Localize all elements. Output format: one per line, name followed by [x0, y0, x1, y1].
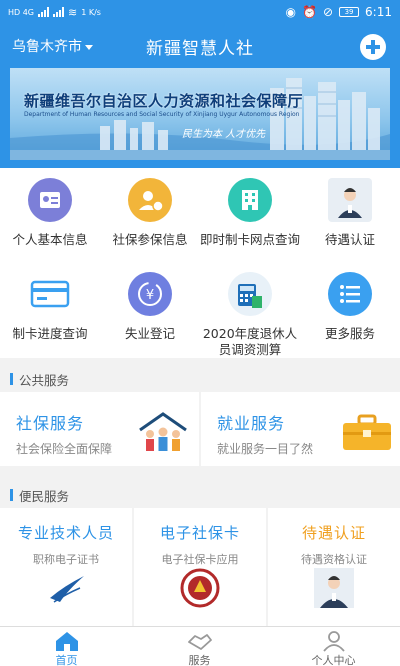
list-icon: [328, 272, 372, 316]
id-card-icon: [28, 178, 72, 222]
battery-icon: 39: [339, 7, 360, 17]
caret-down-icon: [85, 44, 93, 50]
grid-label: 更多服务: [324, 326, 375, 341]
network-indicators: HD 4G ≋ 1 K/s: [8, 6, 101, 19]
building-icon: [228, 178, 272, 222]
tab-services[interactable]: 服务: [133, 627, 266, 666]
family-house-icon: [139, 412, 187, 451]
grid-item-card-outlets[interactable]: 即时制卡网点查询: [200, 178, 300, 248]
bottom-tab-bar: 首页 服务 个人中心: [0, 626, 400, 666]
status-bar: HD 4G ≋ 1 K/s ◉ ⏰ ⊘ 39 6:11: [0, 0, 400, 24]
service-card-employment[interactable]: 就业服务 就业服务一目了然: [201, 392, 400, 466]
net-speed: 1 K/s: [81, 7, 101, 17]
banner-subtitle: Department of Human Resources and Social…: [24, 111, 300, 118]
grid-label: 待遇认证: [324, 232, 375, 247]
banner[interactable]: 新疆维吾尔自治区人力资源和社会保障厅 Department of Human R…: [10, 68, 390, 160]
grid-item-insurance-info[interactable]: 社保参保信息: [100, 178, 200, 248]
card-icon: [28, 272, 72, 316]
social-security-seal-icon: [180, 568, 220, 608]
briefcase-icon: [343, 414, 391, 450]
grid-label: 社保参保信息: [112, 232, 188, 247]
conv-title: 待遇认证: [301, 524, 366, 542]
conv-title: 专业技术人员: [17, 524, 114, 542]
eye-icon: ◉: [285, 5, 297, 19]
conv-card-benefit-auth[interactable]: 待遇认证 待遇资格认证: [268, 508, 400, 626]
grid-label: 2020年度退休人员调资测算: [202, 326, 298, 357]
section-title: 便民服务: [19, 488, 70, 504]
conv-card-e-ss-card[interactable]: 电子社保卡 电子社保卡应用: [134, 508, 266, 626]
handshake-icon: [186, 630, 214, 652]
grid-label: 即时制卡网点查询: [200, 232, 301, 247]
city-selector[interactable]: 乌鲁木齐市: [12, 36, 93, 56]
calculator-icon: [228, 272, 272, 316]
banner-slogan: 民生为本 人才优先: [182, 129, 266, 140]
mute-icon: ⊘: [322, 5, 334, 19]
person-badge-icon: [128, 178, 172, 222]
conv-subtitle: 电子社保卡应用: [161, 553, 239, 566]
grid-label: 失业登记: [124, 326, 175, 341]
swoosh-logo-icon: [50, 576, 84, 603]
banner-area: 新疆维吾尔自治区人力资源和社会保障厅 Department of Human R…: [0, 68, 400, 168]
section-title: 公共服务: [19, 372, 70, 388]
grid-label: 个人基本信息: [12, 232, 88, 247]
service-subtitle: 社会保险全面保障: [16, 442, 113, 456]
grid-item-personal-info[interactable]: 个人基本信息: [0, 178, 100, 248]
grid-item-more[interactable]: 更多服务: [300, 272, 400, 342]
tab-label: 首页: [55, 654, 78, 666]
alarm-icon: ⏰: [302, 5, 317, 19]
section-bar: [10, 373, 13, 385]
section-header-convenience: 便民服务: [0, 482, 400, 508]
signal-icon: [38, 7, 50, 17]
section-header-public: 公共服务: [0, 366, 400, 392]
face-photo-icon: [328, 178, 372, 222]
grid-label: 制卡进度查询: [12, 326, 88, 341]
grid-item-pension-calc[interactable]: 2020年度退休人员调资测算: [200, 272, 300, 358]
conv-title: 电子社保卡: [159, 524, 240, 542]
tab-home[interactable]: 首页: [0, 627, 133, 666]
service-subtitle: 就业服务一目了然: [217, 442, 314, 456]
tab-profile[interactable]: 个人中心: [267, 627, 400, 666]
tab-label: 个人中心: [311, 654, 356, 666]
network-label: HD 4G: [8, 7, 35, 17]
yen-refresh-icon: ¥: [128, 272, 172, 316]
tab-label: 服务: [188, 654, 211, 666]
svg-text:¥: ¥: [146, 288, 154, 303]
grid-item-benefit-auth[interactable]: 待遇认证: [300, 178, 400, 248]
banner-title: 新疆维吾尔自治区人力资源和社会保障厅: [24, 92, 304, 110]
section-bar: [10, 489, 13, 501]
city-label: 乌鲁木齐市: [12, 39, 82, 55]
function-grid: 个人基本信息 社保参保信息 即时制卡网点查询 待遇认证 制卡进度查询 ¥ 失业登…: [0, 168, 400, 358]
clock: 6:11: [365, 5, 392, 19]
conv-subtitle: 待遇资格认证: [301, 553, 367, 566]
service-title: 就业服务: [217, 414, 286, 433]
plus-circle-icon[interactable]: [360, 34, 386, 60]
grid-item-card-progress[interactable]: 制卡进度查询: [0, 272, 100, 342]
app-header: 乌鲁木齐市 新疆智慧人社: [0, 24, 400, 68]
face-photo-icon: [314, 568, 354, 608]
service-card-social-security[interactable]: 社保服务 社会保险全面保障: [0, 392, 199, 466]
grid-item-unemployment[interactable]: ¥ 失业登记: [100, 272, 200, 342]
service-title: 社保服务: [16, 414, 85, 433]
conv-card-professional[interactable]: 专业技术人员 职称电子证书: [0, 508, 132, 626]
home-icon: [53, 630, 81, 652]
wifi-icon: ≋: [68, 5, 78, 19]
user-icon: [320, 630, 348, 652]
signal-icon-2: [53, 7, 65, 17]
conv-subtitle: 职称电子证书: [33, 553, 99, 566]
